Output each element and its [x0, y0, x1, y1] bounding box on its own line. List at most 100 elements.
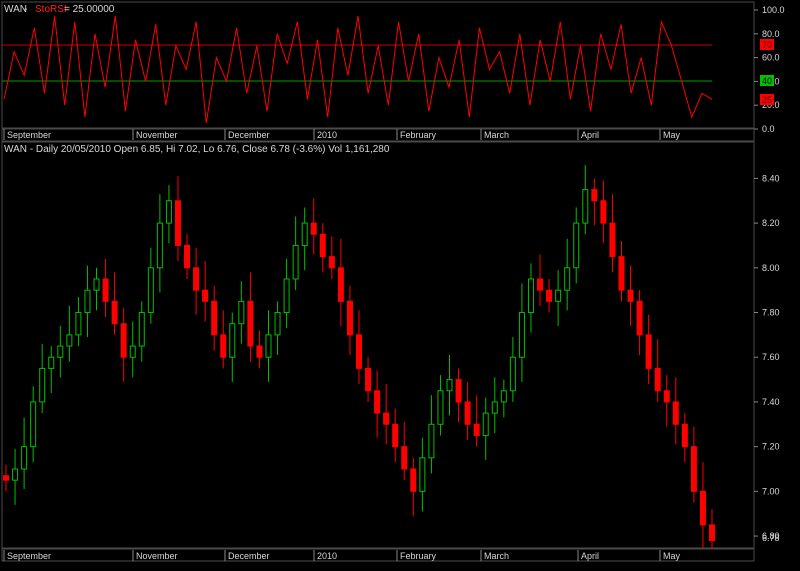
candle-body [636, 300, 643, 336]
candle-body [129, 345, 136, 358]
candle-body [537, 278, 544, 291]
candle-body [491, 401, 498, 414]
bottom-month-label: 2010 [317, 551, 337, 561]
candle-body [310, 222, 317, 235]
candle-body [265, 334, 272, 358]
top-month-label: March [484, 130, 509, 140]
price-frame [1, 141, 755, 549]
candle-body [193, 267, 200, 291]
candle-body [147, 267, 154, 314]
candle-body [546, 289, 553, 302]
candle-body [238, 300, 245, 325]
price-y-tick-label: 7.60 [762, 352, 780, 362]
candle-body [654, 367, 661, 392]
candle-body [48, 356, 55, 369]
candle-body [618, 256, 625, 291]
oscillator-y-axis: 100.080.060.040.020.00.0 [754, 5, 785, 134]
top-month-label: 2010 [317, 130, 337, 140]
candle-body [699, 490, 706, 526]
candle-body [21, 446, 28, 470]
candle-body [509, 356, 516, 392]
price-panel: WAN - Daily 20/05/2010 Open 6.85, Hi 7.0… [1, 141, 780, 561]
candle-body [591, 189, 598, 202]
candle-body [527, 278, 534, 314]
candle-body [274, 312, 281, 336]
price-title: WAN - Daily 20/05/2010 Open 6.85, Hi 7.0… [4, 144, 390, 155]
candle-body [627, 289, 634, 302]
bottom-month-label: December [228, 551, 270, 561]
candle-body [437, 390, 444, 425]
candle-body [93, 278, 100, 291]
top-month-label: May [663, 130, 681, 140]
oscillator-panel: WAN - StoRSI = 25.00000 100.080.060.040.… [1, 1, 785, 134]
candle-body [283, 278, 290, 314]
candle-body [247, 300, 254, 347]
candle-body [600, 200, 607, 224]
candle-body [292, 244, 299, 280]
price-y-tick-label: 7.20 [762, 442, 780, 452]
oscillator-y-tick-label: 100.0 [762, 5, 785, 15]
top-time-axis: September November December 2010 February Mar… [1, 128, 755, 142]
bottom-time-axis-bar [1, 548, 755, 562]
candle-body [410, 468, 417, 492]
chart-canvas: WAN - StoRSI = 25.00000 100.080.060.040.… [1, 1, 785, 562]
price-y-tick-label: 7.40 [762, 397, 780, 407]
candle-body [464, 401, 471, 425]
oscillator-y-tick-label: 0.0 [762, 124, 775, 134]
candle-body [346, 300, 353, 336]
candle-body [573, 222, 580, 269]
candle-body [138, 312, 145, 347]
top-month-label: April [581, 130, 599, 140]
oscillator-y-tick-label: 60.0 [762, 53, 780, 63]
price-y-tick-label: 8.00 [762, 263, 780, 273]
candle-body [75, 312, 82, 336]
last-price-label: 6.78 [762, 533, 780, 543]
oscillator-title-value: = 25.00000 [64, 4, 115, 15]
candle-body [455, 379, 462, 403]
bottom-month-label: May [663, 551, 681, 561]
candle-body [555, 289, 562, 302]
candle-body [709, 524, 715, 542]
candle-body [111, 300, 118, 325]
candle-body [102, 278, 109, 302]
candle-body [301, 222, 308, 246]
bottom-month-label: September [7, 551, 51, 561]
price-y-tick-label: 7.00 [762, 486, 780, 496]
oscillator-y-tick-label: 80.0 [762, 29, 780, 39]
upper-level-badge: 70 [762, 40, 772, 50]
candle-body [482, 412, 489, 436]
price-y-tick-label: 8.20 [762, 218, 780, 228]
candle-body [609, 222, 616, 258]
price-y-tick-label: 8.40 [762, 173, 780, 183]
candle-body [57, 345, 64, 358]
candle-body [12, 468, 19, 481]
bottom-month-label: February [400, 551, 437, 561]
candle-body [383, 412, 390, 425]
bottom-time-axis: September November December 2010 February Mar… [1, 548, 755, 562]
candle-body [256, 345, 263, 358]
candle-body [564, 267, 571, 291]
candle-body [582, 189, 589, 224]
candle-body [473, 423, 480, 436]
candle-body [66, 334, 73, 347]
candle-body [328, 256, 335, 269]
candle-body [446, 379, 453, 392]
oscillator-title-sep: - [24, 4, 27, 15]
candle-body [184, 244, 191, 269]
candle-body [30, 401, 37, 448]
candle-body [39, 367, 46, 403]
candle-body [211, 300, 218, 336]
bottom-month-label: November [136, 551, 178, 561]
candle-body [165, 200, 172, 224]
candle-body [365, 367, 372, 392]
current-value-badge: 25 [762, 95, 772, 105]
candle-body [663, 390, 670, 403]
candle-body [84, 289, 91, 314]
candle-body [419, 457, 426, 492]
candle-body [3, 475, 9, 481]
top-month-label: September [7, 130, 51, 140]
candle-body [518, 312, 525, 358]
candle-body [229, 323, 236, 358]
top-month-label: November [136, 130, 178, 140]
candle-body [672, 401, 679, 425]
